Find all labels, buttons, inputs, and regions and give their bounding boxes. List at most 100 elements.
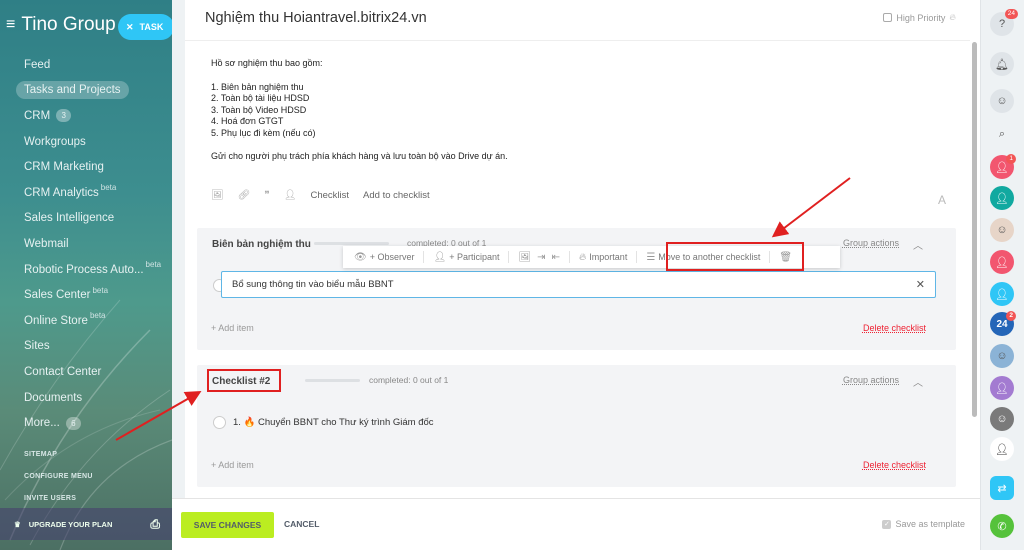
save-changes-button[interactable]: SAVE CHANGES: [181, 512, 274, 538]
group-actions-link[interactable]: Group actions: [843, 375, 899, 385]
chevron-up-icon[interactable]: ︿: [913, 374, 923, 389]
sitemap-link[interactable]: SITEMAP: [24, 451, 57, 458]
checklist-item-input[interactable]: Bổ sung thông tin vào biểu mẫu BBNT ✕: [221, 271, 936, 298]
upgrade-label: UPGRADE YOUR PLAN: [28, 519, 113, 529]
avatar[interactable]: ☺: [990, 407, 1014, 431]
quote-icon[interactable]: ❞: [264, 190, 269, 201]
task-close-pill[interactable]: ✕ TASK: [118, 14, 172, 40]
list-icon: ☰: [646, 251, 656, 263]
high-priority-toggle[interactable]: High Priority 🔥︎: [883, 12, 956, 23]
description-line: 3. Toàn bộ Video HDSD: [211, 104, 307, 115]
sidebar-item[interactable]: Tasks and Projects: [0, 78, 172, 104]
observer-button[interactable]: 👁︎ + Observer: [351, 252, 417, 263]
bitrix24-icon[interactable]: 24 2: [990, 311, 1016, 336]
add-to-checklist-button[interactable]: Add to checklist: [363, 190, 430, 201]
sidebar-item[interactable]: Webmail: [0, 231, 172, 257]
sidebar-item-label: CRM Analytics: [24, 186, 99, 199]
delete-checklist-link[interactable]: Delete checklist: [863, 323, 926, 333]
sidebar-item-label: More...: [24, 417, 60, 430]
important-button[interactable]: 🔥︎ Important: [576, 252, 630, 263]
phone-icon[interactable]: ✆: [990, 514, 1014, 538]
crown-icon: ♛: [14, 519, 21, 529]
high-priority-checkbox[interactable]: [883, 13, 893, 22]
sidebar-item[interactable]: Workgroups: [0, 129, 172, 155]
sidebar-item[interactable]: Robotic Process Auto... beta: [0, 257, 172, 283]
upgrade-plan-button[interactable]: ♛ UPGRADE YOUR PLAN ⎙: [0, 508, 172, 540]
search-icon[interactable]: ⌕: [990, 122, 1014, 146]
sidebar-item[interactable]: CRM Analytics beta: [0, 180, 172, 206]
avatar[interactable]: 👤︎ 1: [990, 154, 1016, 179]
sidebar-item-label: Tasks and Projects: [16, 81, 129, 100]
transfer-icon[interactable]: ⇄: [990, 476, 1014, 500]
right-bar: ? 24 🔔︎ ☺ ⌕ 👤︎ 1 👤︎ ☺ 👤︎ 👤︎ 24 2 ☺ 👤︎ ☺ …: [980, 0, 1024, 550]
task-panel: Nghiệm thu Hoiantravel.bitrix24.vn High …: [185, 0, 970, 498]
add-item-link[interactable]: + Add item: [211, 323, 254, 333]
menu-icon[interactable]: ≡: [6, 16, 15, 34]
brand-name: Tino Group: [21, 14, 116, 35]
scrollbar-thumb[interactable]: [972, 42, 977, 417]
template-checkbox[interactable]: ✓: [882, 519, 892, 529]
brand[interactable]: ≡ Tino Group: [6, 14, 116, 36]
link-icon[interactable]: 🔗︎: [238, 190, 251, 201]
avatar[interactable]: 👤︎: [990, 376, 1014, 400]
sidebar-item-label: Feed: [24, 58, 51, 71]
sidebar-item[interactable]: Sales Center beta: [0, 282, 172, 308]
observer-label: + Observer: [369, 252, 415, 262]
text-format-icon[interactable]: A: [938, 193, 946, 207]
invite-users-link[interactable]: INVITE USERS: [24, 495, 76, 502]
item-checkbox[interactable]: [213, 416, 226, 429]
group-actions-link[interactable]: Group actions: [843, 238, 899, 248]
avatar[interactable]: 👤︎: [990, 250, 1014, 274]
avatar[interactable]: 👤︎: [990, 186, 1014, 210]
add-item-link[interactable]: + Add item: [211, 460, 254, 470]
print-icon[interactable]: ⎙: [150, 517, 160, 532]
beta-tag: beta: [145, 260, 162, 270]
image-icon[interactable]: 🖼︎: [211, 190, 224, 201]
checklist-button[interactable]: Checklist: [311, 190, 350, 201]
bell-icon[interactable]: 🔔︎: [990, 52, 1014, 76]
user-icon[interactable]: 👤︎: [284, 190, 297, 201]
annotation-box-checklist2: [207, 369, 281, 392]
template-label: Save as template: [895, 519, 965, 529]
clear-icon[interactable]: ✕: [916, 278, 925, 291]
cancel-button[interactable]: CANCEL: [284, 519, 319, 529]
sidebar-item[interactable]: Sales Intelligence: [0, 206, 172, 232]
help-icon[interactable]: ? 24: [990, 9, 1018, 36]
count-badge: 6: [65, 416, 81, 430]
sidebar-item[interactable]: Contact Center: [0, 359, 172, 385]
delete-checklist-link[interactable]: Delete checklist: [863, 460, 926, 470]
checklist-title[interactable]: Biên bản nghiệm thu: [212, 239, 311, 250]
sidebar-item[interactable]: Sites: [0, 334, 172, 360]
configure-menu-link[interactable]: CONFIGURE MENU: [24, 473, 93, 480]
participant-label: + Participant: [449, 252, 500, 262]
sidebar-item-label: Online Store: [24, 314, 88, 327]
sidebar-item[interactable]: More... 6: [0, 410, 172, 436]
avatar[interactable]: 👤︎: [990, 282, 1014, 306]
high-priority-label: High Priority: [896, 12, 946, 23]
sidebar-item-label: Webmail: [24, 237, 69, 250]
task-description[interactable]: Hồ sơ nghiệm thu bao gồm: 1. Biên bản ng…: [211, 58, 508, 163]
avatar[interactable]: ☺: [990, 344, 1014, 368]
image-icon[interactable]: 🖼︎: [515, 252, 534, 263]
chevron-up-icon[interactable]: ︿: [913, 237, 923, 252]
sidebar-item[interactable]: Online Store beta: [0, 308, 172, 334]
sidebar-item[interactable]: CRM Marketing: [0, 154, 172, 180]
task-label: TASK: [139, 22, 164, 32]
sidebar-item-label: Workgroups: [24, 135, 86, 148]
avatar[interactable]: ☺: [990, 218, 1014, 242]
checklist-item-text[interactable]: 1. 🔥 Chuyển BBNT cho Thư ký trình Giám đ…: [233, 417, 434, 428]
save-as-template-toggle[interactable]: ✓ Save as template: [882, 519, 965, 529]
close-icon[interactable]: ✕: [126, 22, 134, 33]
sidebar-item[interactable]: Feed: [0, 52, 172, 78]
task-title[interactable]: Nghiệm thu Hoiantravel.bitrix24.vn: [205, 10, 427, 26]
beta-tag: beta: [100, 183, 117, 193]
sidebar-item-label: CRM: [24, 109, 51, 122]
avatar[interactable]: 👤︎: [990, 437, 1014, 461]
separator: [636, 251, 638, 263]
participant-button[interactable]: 👤︎ + Participant: [430, 252, 502, 263]
outdent-icon[interactable]: ⇤: [549, 252, 563, 263]
chat-icon[interactable]: ☺: [990, 89, 1014, 113]
sidebar-item[interactable]: Documents: [0, 385, 172, 411]
indent-icon[interactable]: ⇥: [534, 252, 548, 263]
sidebar-item[interactable]: CRM 3: [0, 103, 172, 129]
